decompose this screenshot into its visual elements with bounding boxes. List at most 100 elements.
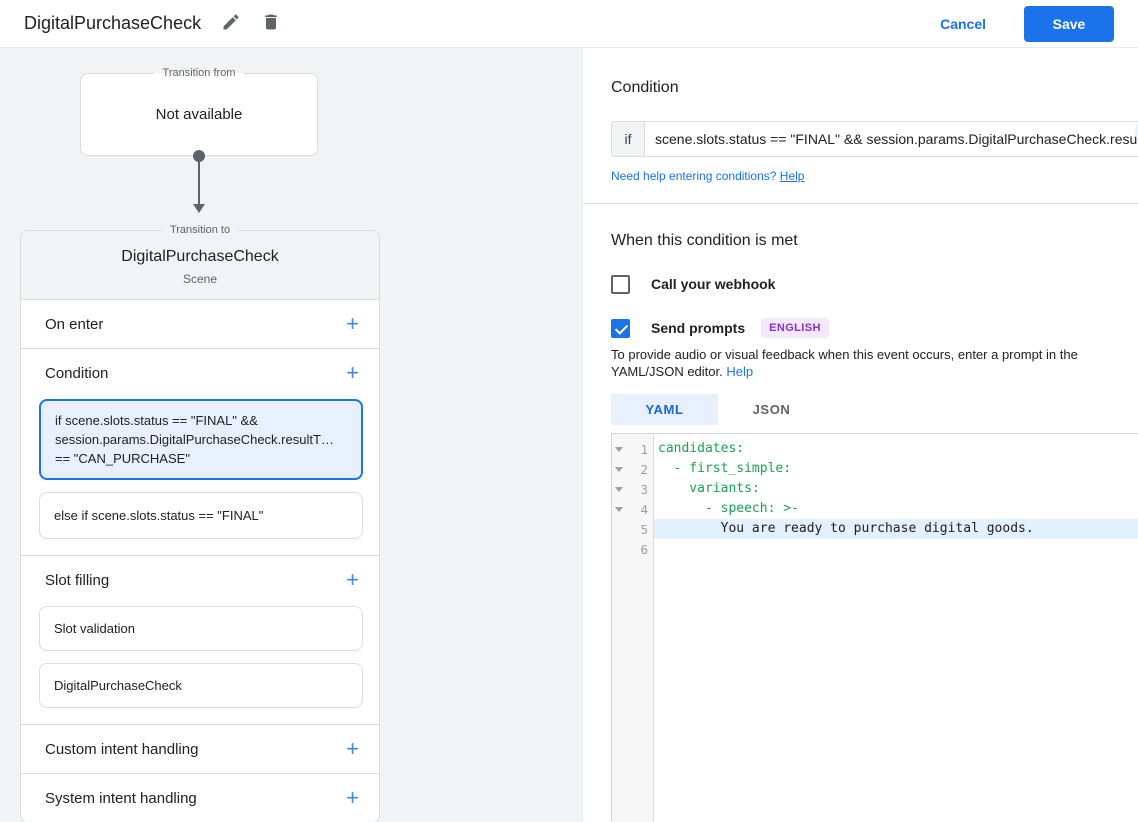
plus-icon: + xyxy=(346,736,359,761)
prompts-description-text: To provide audio or visual feedback when… xyxy=(611,347,1078,379)
transition-to-card: Transition to DigitalPurchaseCheck Scene… xyxy=(20,224,380,822)
panel-divider xyxy=(583,203,1138,204)
section-custom-intent: Custom intent handling + xyxy=(21,724,379,773)
line-number: 6 xyxy=(640,541,648,557)
prompts-description: To provide audio or visual feedback when… xyxy=(611,346,1117,380)
line-number: 3 xyxy=(640,481,648,497)
add-condition-button[interactable]: + xyxy=(346,362,359,384)
condition-help-line: Need help entering conditions? Help xyxy=(611,169,1138,183)
section-head-slot-filling: Slot filling + xyxy=(21,556,379,604)
condition-expression-value[interactable]: scene.slots.status == "FINAL" && session… xyxy=(645,122,1138,156)
plus-icon: + xyxy=(346,311,359,336)
editor-tabs: YAML JSON xyxy=(611,394,1138,425)
condition-met-title: When this condition is met xyxy=(611,232,798,249)
transition-from-box: Transition from Not available xyxy=(80,67,318,156)
help-text: Need help entering conditions? xyxy=(611,169,777,183)
cancel-button[interactable]: Cancel xyxy=(940,16,986,32)
plus-icon: + xyxy=(346,785,359,810)
scene-type: Scene xyxy=(182,272,218,286)
section-head-custom-intent: Custom intent handling + xyxy=(21,725,379,773)
scene-flow-panel: Transition from Not available Transition… xyxy=(0,48,583,822)
fold-arrow-icon xyxy=(615,446,623,452)
code-line: variants: xyxy=(658,481,760,496)
tab-json[interactable]: JSON xyxy=(718,394,825,425)
connector-dot xyxy=(193,150,205,162)
gutter-row: 1 xyxy=(612,439,653,459)
gutter-row: 6 xyxy=(612,539,653,559)
trash-icon xyxy=(261,12,281,35)
gutter-row: 5 xyxy=(612,519,653,539)
panel-title: Condition xyxy=(611,79,679,96)
section-head-system-intent: System intent handling + xyxy=(21,774,379,822)
slot-item[interactable]: DigitalPurchaseCheck xyxy=(39,663,363,708)
condition-item[interactable]: else if scene.slots.status == "FINAL" xyxy=(39,492,363,539)
connector-line xyxy=(198,162,200,205)
condition-expression-input[interactable]: if scene.slots.status == "FINAL" && sess… xyxy=(611,121,1138,157)
transition-from-value: Not available xyxy=(155,106,243,123)
line-number: 4 xyxy=(640,501,648,517)
section-label: Slot filling xyxy=(45,571,110,589)
add-slot-button[interactable]: + xyxy=(346,569,359,591)
page-title: DigitalPurchaseCheck xyxy=(24,13,202,33)
edit-title-button[interactable] xyxy=(221,12,241,35)
pencil-icon xyxy=(221,12,241,35)
description-help-link[interactable]: Help xyxy=(726,364,753,379)
fold-toggle[interactable] xyxy=(612,506,626,512)
webhook-row[interactable]: Call your webhook xyxy=(611,274,1138,294)
plus-icon: + xyxy=(346,567,359,592)
tab-yaml[interactable]: YAML xyxy=(611,394,718,425)
gutter-row: 3 xyxy=(612,479,653,499)
slot-item[interactable]: Slot validation xyxy=(39,606,363,651)
section-system-intent: System intent handling + xyxy=(21,773,379,822)
fold-toggle[interactable] xyxy=(612,466,626,472)
code-line: - speech: >- xyxy=(658,501,799,516)
add-on-enter-button[interactable]: + xyxy=(346,313,359,335)
scene-name: DigitalPurchaseCheck xyxy=(121,248,279,265)
if-prefix-label: if xyxy=(612,122,645,156)
section-label: On enter xyxy=(45,315,104,333)
fold-arrow-icon xyxy=(615,466,623,472)
add-custom-intent-button[interactable]: + xyxy=(346,738,359,760)
save-button[interactable]: Save xyxy=(1024,5,1114,42)
webhook-checkbox[interactable] xyxy=(611,274,630,294)
editor-code-area[interactable]: candidates: - first_simple: variants: - … xyxy=(654,434,1138,822)
section-label: Condition xyxy=(45,364,109,382)
help-link[interactable]: Help xyxy=(780,169,805,183)
transition-from-label: Transition from xyxy=(154,67,244,79)
send-prompts-row[interactable]: Send prompts ENGLISH xyxy=(611,318,1138,338)
transition-to-label: Transition to xyxy=(161,224,239,236)
delete-scene-button[interactable] xyxy=(261,12,281,35)
line-number: 2 xyxy=(640,461,648,477)
slot-items: Slot validation DigitalPurchaseCheck xyxy=(21,604,379,724)
add-system-intent-button[interactable]: + xyxy=(346,787,359,809)
section-label: Custom intent handling xyxy=(45,740,199,758)
fold-toggle[interactable] xyxy=(612,446,626,452)
section-slot-filling: Slot filling + Slot validation DigitalPu… xyxy=(21,555,379,724)
language-badge: ENGLISH xyxy=(761,318,829,338)
fold-toggle[interactable] xyxy=(612,486,626,492)
fold-arrow-icon xyxy=(615,486,623,492)
app-header: DigitalPurchaseCheck Cancel Save xyxy=(0,0,1138,48)
section-head-on-enter: On enter + xyxy=(21,300,379,348)
yaml-code-editor[interactable]: 1 2 3 4 5 6 candidates: - first_simple: … xyxy=(611,433,1138,822)
fold-arrow-icon xyxy=(615,506,623,512)
scene-card-header: Transition to DigitalPurchaseCheck Scene xyxy=(21,224,379,300)
send-prompts-checkbox[interactable] xyxy=(611,318,630,338)
editor-gutter: 1 2 3 4 5 6 xyxy=(612,434,654,822)
gutter-row: 4 xyxy=(612,499,653,519)
condition-item-selected[interactable]: if scene.slots.status == "FINAL" && sess… xyxy=(39,399,363,480)
plus-icon: + xyxy=(346,360,359,385)
webhook-label: Call your webhook xyxy=(651,276,776,292)
condition-items: if scene.slots.status == "FINAL" && sess… xyxy=(21,397,379,555)
line-number: 5 xyxy=(640,521,648,537)
send-prompts-label: Send prompts xyxy=(651,320,746,336)
section-on-enter: On enter + xyxy=(21,300,379,348)
page: DigitalPurchaseCheck Cancel Save Transit… xyxy=(0,0,1138,822)
section-label: System intent handling xyxy=(45,789,197,807)
section-condition: Condition + if scene.slots.status == "FI… xyxy=(21,348,379,555)
section-head-condition: Condition + xyxy=(21,349,379,397)
gutter-row: 2 xyxy=(612,459,653,479)
condition-detail-panel: Condition if scene.slots.status == "FINA… xyxy=(583,48,1138,822)
code-line: - first_simple: xyxy=(658,461,792,476)
